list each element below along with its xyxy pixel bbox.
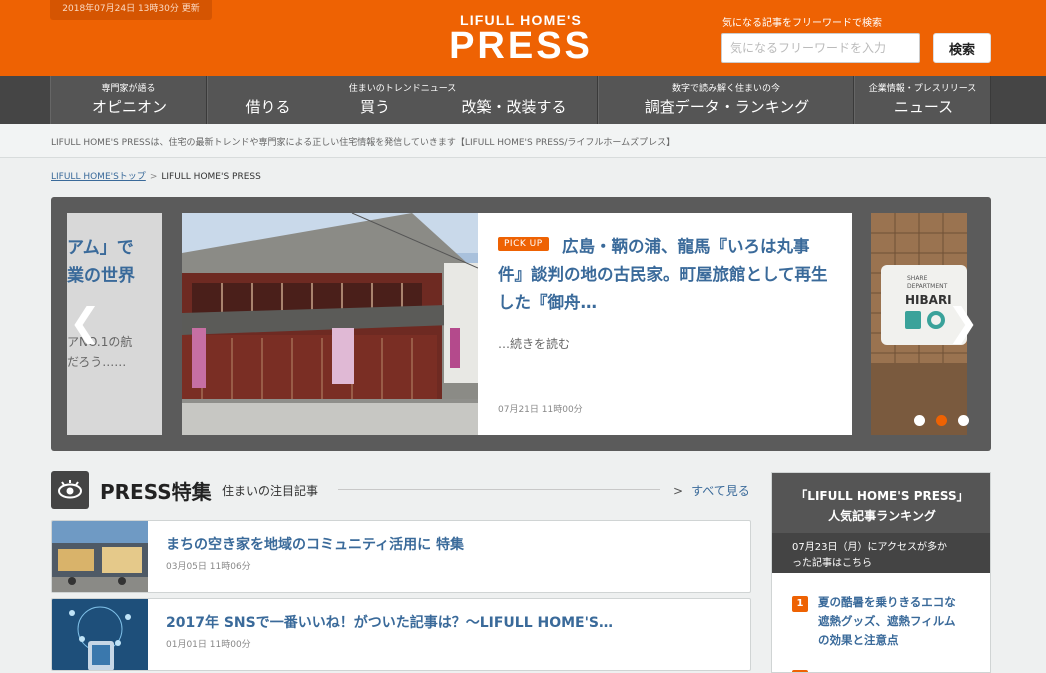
article-card[interactable]: 2017年 SNSで一番いいね！がついた記事は？～LIFULL HOME'S… … (51, 598, 751, 671)
read-more-link[interactable]: …続きを読む (498, 335, 570, 352)
nav-item-research[interactable]: 調査データ・ランキング (599, 96, 855, 117)
eye-icon (51, 471, 89, 509)
nav-item-opinion[interactable]: オピニオン (51, 96, 208, 117)
section-title: PRESS特集 (100, 480, 212, 504)
search-button[interactable]: 検索 (933, 33, 991, 63)
ranking-header: 「LIFULL HOME'S PRESS」 人気記事ランキング (772, 473, 990, 533)
carousel-dot-active[interactable] (936, 415, 947, 426)
nav-item-renovate[interactable]: 改築・改装する (444, 96, 584, 117)
chevron-left-icon[interactable]: ❮ (69, 303, 101, 341)
breadcrumb: LIFULL HOME'Sトップ > LIFULL HOME'S PRESS (51, 169, 261, 182)
nav-group-caption: 数字で読み解く住まいの今 (671, 84, 780, 94)
article-title[interactable]: まちの空き家を地域のコミュニティ活用に 特集 (166, 534, 464, 554)
ranking-description: った記事はこちら (792, 558, 872, 569)
article-card[interactable]: まちの空き家を地域のコミュニティ活用に 特集 03月05日 11時06分 (51, 520, 751, 593)
nav-group-caption: 住まいのトレンドニュース (348, 84, 457, 94)
ranking-panel: 「LIFULL HOME'S PRESS」 人気記事ランキング 07月23日（月… (771, 472, 991, 673)
pickup-badge: PICK UP (498, 237, 549, 251)
article-thumbnail (52, 599, 148, 670)
logo-press-text[interactable]: PRESS (446, 24, 596, 68)
carousel-dot[interactable] (914, 415, 925, 426)
see-all-label: すべて見る (691, 484, 750, 498)
breadcrumb-current: LIFULL HOME'S PRESS (161, 172, 261, 182)
nav-group-opinion: 専門家が語る オピニオン (50, 76, 207, 124)
article-date: 01月01日 11時00分 (166, 640, 251, 650)
nav-group-caption: 専門家が語る (101, 84, 156, 94)
chevron-right-icon[interactable]: ❯ (947, 303, 979, 341)
prev-slide-title: 業の世界 (67, 266, 135, 286)
main-nav-inner: 専門家が語る オピニオン 住まいのトレンドニュース 借りる 買う 改築・改装する… (50, 76, 991, 124)
search-input[interactable] (721, 33, 920, 63)
breadcrumb-home-link[interactable]: LIFULL HOME'Sトップ (51, 172, 146, 182)
main-nav: 専門家が語る オピニオン 住まいのトレンドニュース 借りる 買う 改築・改装する… (0, 76, 1046, 124)
prev-slide-excerpt: だろう…… (67, 355, 127, 369)
old-house-image (182, 213, 478, 435)
section-divider (338, 489, 660, 490)
nav-group-trend: 住まいのトレンドニュース 借りる 買う 改築・改装する (207, 76, 598, 124)
article-thumbnail (52, 521, 148, 592)
slide-date: 07月21日 11時00分 (498, 405, 583, 415)
carousel-current-slide[interactable]: 広島・鞆の浦、龍馬『いろは丸事件』談判の地の古民家。町屋旅館として再生した『御舟… (478, 213, 852, 435)
updated-timestamp: 2018年07月24日 13時30分 更新 (50, 0, 212, 20)
shop-sign-logo (927, 311, 945, 329)
article-date: 03月05日 11時06分 (166, 562, 251, 572)
nav-group-news: 企業情報・プレスリリース ニュース (854, 76, 991, 124)
ranking-title: 人気記事ランキング (828, 509, 936, 523)
search-caption: 気になる記事をフリーワードで検索 (722, 18, 882, 29)
shop-sign-name: HIBARI (905, 293, 952, 307)
ranking-item-title[interactable]: の効果と注意点 (818, 632, 899, 648)
site-header: 2018年07月24日 13時30分 更新 LIFULL HOME'S PRES… (0, 0, 1046, 76)
site-tagline: LIFULL HOME'S PRESSは、住宅の最新トレンドや専門家による正しい… (51, 138, 676, 148)
chevron-right-icon: > (673, 484, 684, 498)
see-all-link[interactable]: > すべて見る (673, 482, 750, 499)
breadcrumb-separator-icon: > (149, 172, 158, 182)
shop-sign-text: SHARE (907, 275, 928, 282)
ranking-item-title[interactable]: 遮熱グッズ、遮熱フィルム (818, 613, 956, 629)
ranking-title: 「LIFULL HOME'S PRESS」 (795, 489, 969, 503)
nav-item-rent[interactable]: 借りる (228, 96, 308, 117)
nav-item-news[interactable]: ニュース (855, 96, 992, 117)
nav-item-buy[interactable]: 買う (343, 96, 407, 117)
article-title[interactable]: 2017年 SNSで一番いいね！がついた記事は？～LIFULL HOME'S… (166, 612, 613, 632)
rank-number-badge: 1 (792, 596, 808, 612)
ranking-description: 07月23日（月）にアクセスが多か (792, 542, 947, 553)
slide-photo-old-house[interactable] (182, 213, 478, 435)
ranking-item-title[interactable]: 夏の酷暑を乗りきるエコな (818, 594, 956, 610)
nav-group-data: 数字で読み解く住まいの今 調査データ・ランキング (598, 76, 854, 124)
section-subtitle: 住まいの注目記事 (222, 484, 319, 498)
shop-sign-text: DEPARTMENT (907, 283, 948, 290)
shop-sign-logo (905, 311, 921, 329)
pickup-carousel: アム」で 業の世界 アNO.1の航 だろう…… 広島・鞆の浦、龍馬『いろは丸事件… (51, 197, 991, 451)
carousel-dot[interactable] (958, 415, 969, 426)
prev-slide-title: アム」で (67, 238, 134, 258)
nav-group-caption: 企業情報・プレスリリース (868, 84, 977, 94)
